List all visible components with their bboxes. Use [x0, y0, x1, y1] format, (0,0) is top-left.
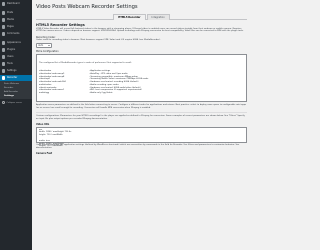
sidebar-item-label: Recorder [7, 75, 18, 79]
sidebar-item-label: Users [7, 54, 14, 58]
codec-select[interactable]: Auto [36, 42, 52, 48]
sidebar-item-settings[interactable]: Settings [0, 68, 32, 74]
sidebar-item-tools[interactable]: Tools [0, 61, 32, 67]
wrench-icon [1, 62, 5, 66]
page-icon [1, 25, 5, 29]
brush-icon [1, 41, 5, 45]
plug-icon [1, 48, 5, 52]
submenu-item-current[interactable]: Settings [0, 94, 32, 98]
media-icon [1, 18, 5, 22]
section-intro: HTML5 Video Recorder will record full-fe… [36, 27, 244, 33]
sidebar-item-label: Plugins [7, 47, 16, 51]
sidebar-item-plugins[interactable]: Plugins [0, 47, 32, 53]
sidebar-item-media[interactable]: Media [0, 17, 32, 23]
sidebar-submenu: Posts Webcam Recorder Add Recorder Setti… [0, 81, 32, 99]
admin-sidebar: Dashboard Posts Media Pages Comments Appearan… [0, 0, 32, 250]
collapse-icon [2, 101, 5, 104]
sidebar-item-pages[interactable]: Pages [0, 24, 32, 30]
sidebar-item-comments[interactable]: Comments [0, 31, 32, 37]
main-content: Video Posts Webcam Recorder Settings HTM… [36, 4, 247, 155]
tab-html5-recorder[interactable]: HTML5 Recorder [113, 14, 146, 20]
mime-config-help: The configured list of MediaRecorder typ… [39, 61, 132, 64]
mime-config-label: Mime Configuration [36, 50, 59, 54]
pin-icon [1, 11, 5, 15]
video-icon [1, 76, 5, 80]
sidebar-item-label: Appearance [7, 40, 21, 44]
sidebar-separator [0, 7, 32, 9]
sidebar-item-users[interactable]: Users [0, 54, 32, 60]
dashboard-icon [1, 2, 5, 6]
sidebar-item-label: Dashboard [7, 1, 20, 5]
sidebar-item-recorder[interactable]: Recorder [0, 75, 32, 81]
divider [36, 111, 247, 113]
camera-fast-heading: Camera Fast [36, 151, 53, 155]
page-title: Video Posts Webcam Recorder Settings [36, 4, 138, 10]
mime-config-textarea[interactable]: The configured list of MediaRecorder typ… [36, 54, 247, 103]
settings-tabs: HTML5 Recorder Integration [36, 14, 247, 20]
collapse-menu-button[interactable]: Collapse menu [0, 101, 32, 104]
ffmpeg-help: Custom configurations (Parameters for yo… [36, 114, 245, 120]
video-url-heading: Video URL [36, 122, 50, 126]
sliders-icon [1, 69, 5, 73]
sidebar-item-label: Tools [7, 61, 13, 65]
comment-icon [1, 32, 5, 36]
video-settings-textarea[interactable]: pre width: 1280 / maxHeight 720 0s heigh… [36, 126, 247, 147]
users-icon [1, 55, 5, 59]
mime-type: audio/ogg [39, 92, 49, 95]
sidebar-item-label: Posts [7, 10, 14, 14]
codec-help: Codec used for recording video in browse… [36, 38, 161, 41]
sidebar-item-label: Pages [7, 24, 14, 28]
sidebar-item-label: Settings [7, 68, 17, 72]
final-help: Code used to compose the application set… [36, 144, 240, 149]
collapse-label: Collapse menu [6, 101, 22, 104]
mime-after-help: Application saves parameters as defined … [36, 103, 247, 109]
mime-row: audio/ogg - Audio only Ogg Vorbis [39, 92, 244, 95]
sidebar-item-posts[interactable]: Posts [0, 10, 32, 16]
sidebar-item-dashboard[interactable]: Dashboard [0, 1, 32, 7]
sidebar-separator [0, 37, 32, 39]
tab-integration[interactable]: Integration [146, 14, 170, 20]
sidebar-item-label: Comments [7, 31, 20, 35]
sidebar-item-appearance[interactable]: Appearance [0, 40, 32, 46]
mime-description: - Audio only Ogg Vorbis [89, 92, 113, 95]
sidebar-item-label: Media [7, 17, 14, 21]
